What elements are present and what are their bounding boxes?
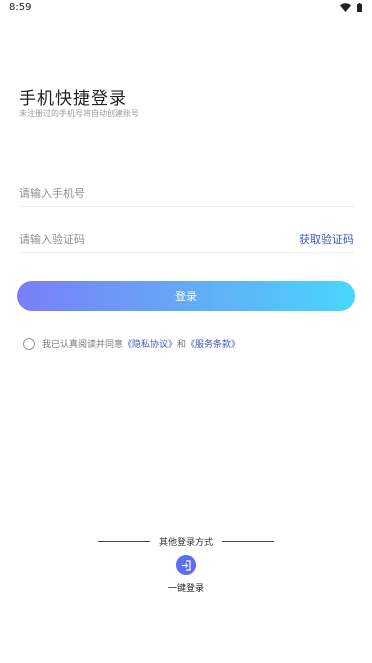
login-icon <box>176 555 196 575</box>
divider-left <box>97 541 150 542</box>
verification-code-input[interactable] <box>19 228 279 250</box>
terms-of-service-link[interactable]: 《服务条款》 <box>186 337 240 350</box>
status-time: 8:59 <box>9 2 32 13</box>
agreement-row: 我已认真阅读并同意 《隐私协议》 和 《服务条款》 <box>23 337 240 350</box>
agreement-checkbox[interactable] <box>23 337 35 350</box>
other-login-label: 其他登录方式 <box>158 538 213 548</box>
one-click-login-button[interactable]: 一键登录 <box>166 555 206 594</box>
page-title: 手机快捷登录 <box>19 89 127 109</box>
status-icons <box>340 3 362 12</box>
divider-right <box>222 541 274 542</box>
wifi-icon <box>340 3 351 12</box>
login-screen: 8:59 手机快捷登录 未注册过的手机号将自动创建账号 获取验证码 登录 我已认… <box>0 0 372 663</box>
status-bar: 8:59 <box>0 0 372 18</box>
code-field: 获取验证码 <box>19 228 354 253</box>
login-button[interactable]: 登录 <box>17 281 355 311</box>
phone-input[interactable] <box>19 182 279 204</box>
agreement-and-text: 和 <box>177 340 187 350</box>
phone-field <box>19 182 354 207</box>
agreement-text: 我已认真阅读并同意 <box>42 340 124 350</box>
one-click-login-label: 一键登录 <box>167 584 204 594</box>
page-subtitle: 未注册过的手机号将自动创建账号 <box>19 109 139 118</box>
get-code-button[interactable]: 获取验证码 <box>299 231 354 247</box>
other-login-divider: 其他登录方式 <box>0 535 372 548</box>
battery-icon <box>357 3 362 12</box>
privacy-policy-link[interactable]: 《隐私协议》 <box>123 337 177 350</box>
